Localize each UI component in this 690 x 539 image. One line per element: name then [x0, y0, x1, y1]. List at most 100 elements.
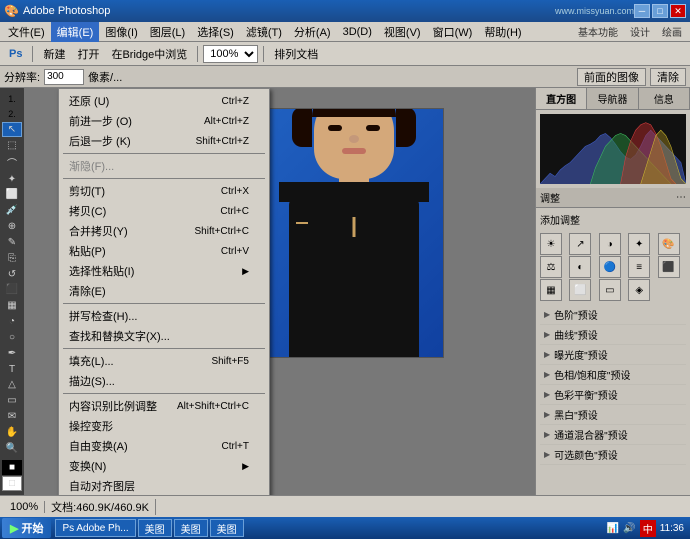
adj-threshold[interactable]: ⬜ [569, 279, 591, 301]
tool-type[interactable]: T [2, 362, 22, 377]
foreground-color[interactable]: ■ [2, 460, 22, 475]
unit-label: 像素/... [88, 69, 122, 85]
tool-eraser[interactable]: ⬛ [2, 282, 22, 297]
adj-channelmix[interactable]: ≡ [628, 256, 650, 278]
dd-paste-special[interactable]: 选择性粘贴(I) ▶ [59, 261, 269, 281]
tray-icon-1[interactable]: 📊 [607, 523, 619, 534]
start-button[interactable]: ▶ 开始 [2, 518, 51, 538]
dd-clear[interactable]: 清除(E) [59, 281, 269, 301]
menu-layer[interactable]: 图层(L) [144, 22, 191, 42]
front-image-button[interactable]: 前面的图像 [577, 68, 646, 86]
toolbar-sep1 [32, 46, 33, 62]
preset-exposure[interactable]: ▶ 曝光度"预设 [540, 345, 686, 365]
menu-filter[interactable]: 滤镜(T) [240, 22, 288, 42]
adj-gradient-map[interactable]: ▭ [599, 279, 621, 301]
tool-path[interactable]: △ [2, 377, 22, 392]
adj-vibrance[interactable]: ✦ [628, 233, 650, 255]
browse-button[interactable]: 在Bridge中浏览 [106, 44, 192, 64]
preset-channelmix[interactable]: ▶ 通道混合器"预设 [540, 425, 686, 445]
new-button[interactable]: 新建 [38, 44, 70, 64]
tool-blur[interactable]: ◔ [2, 314, 22, 329]
tool-history[interactable]: ↺ [2, 267, 22, 282]
dd-transform[interactable]: 变换(N) ▶ [59, 456, 269, 476]
dd-cut[interactable]: 剪切(T) Ctrl+X [59, 181, 269, 201]
menu-select[interactable]: 选择(S) [191, 22, 240, 42]
preset-curves[interactable]: ▶ 曲线"预设 [540, 325, 686, 345]
dd-content-aware[interactable]: 内容识别比例调整 Alt+Shift+Ctrl+C [59, 396, 269, 416]
tab-navigator[interactable]: 导航器 [587, 88, 638, 109]
tool-magic-wand[interactable]: ✦ [2, 172, 22, 187]
preset-selective[interactable]: ▶ 可选颜色"预设 [540, 445, 686, 465]
tool-crop[interactable]: ⬜ [2, 187, 22, 202]
adj-photo-filter[interactable]: 🔵 [599, 256, 621, 278]
resolution-input[interactable] [44, 69, 84, 85]
preset-bw[interactable]: ▶ 黑白"预设 [540, 405, 686, 425]
toolbar-ps-icon[interactable]: Ps [4, 44, 27, 64]
tool-notes[interactable]: ✉ [2, 409, 22, 424]
dd-spell-check[interactable]: 拼写检查(H)... [59, 306, 269, 326]
input-method[interactable]: 中 [640, 520, 656, 537]
menu-image[interactable]: 图像(I) [99, 22, 143, 42]
dd-step-forward[interactable]: 前进一步 (O) Alt+Ctrl+Z [59, 111, 269, 131]
menu-analyze[interactable]: 分析(A) [288, 22, 337, 42]
preset-hsl[interactable]: ▶ 色相/饱和度"预设 [540, 365, 686, 385]
tool-hand[interactable]: ✋ [2, 425, 22, 440]
tool-marquee[interactable]: ⬚ [2, 138, 22, 153]
clear-button[interactable]: 清除 [650, 68, 686, 86]
dd-stroke[interactable]: 描边(S)... [59, 371, 269, 391]
dd-copy[interactable]: 拷贝(C) Ctrl+C [59, 201, 269, 221]
adj-bw[interactable]: ◐ [569, 256, 591, 278]
tool-gradient[interactable]: ▦ [2, 298, 22, 313]
adj-invert[interactable]: ⬛ [658, 256, 680, 278]
maximize-button[interactable]: □ [652, 4, 668, 18]
adj-selective-color[interactable]: ◈ [628, 279, 650, 301]
taskbar-item-4[interactable]: 美图 [210, 519, 244, 537]
menu-file[interactable]: 文件(E) [2, 22, 51, 42]
adj-hsl[interactable]: 🎨 [658, 233, 680, 255]
tool-stamp[interactable]: ⎘ [2, 251, 22, 266]
menu-help[interactable]: 帮助(H) [478, 22, 527, 42]
close-button[interactable]: ✕ [670, 4, 686, 18]
taskbar-item-1[interactable]: Ps Adobe Ph... [55, 519, 135, 537]
dd-paste[interactable]: 粘贴(P) Ctrl+V [59, 241, 269, 261]
dd-undo[interactable]: 还原 (U) Ctrl+Z [59, 91, 269, 111]
taskbar-item-2[interactable]: 美图 [138, 519, 172, 537]
dd-step-back[interactable]: 后退一步 (K) Shift+Ctrl+Z [59, 131, 269, 151]
adj-exposure[interactable]: ◑ [599, 233, 621, 255]
tool-zoom[interactable]: 🔍 [2, 441, 22, 456]
taskbar-item-3[interactable]: 美图 [174, 519, 208, 537]
dd-merge-copy[interactable]: 合并拷贝(Y) Shift+Ctrl+C [59, 221, 269, 241]
tab-info[interactable]: 信息 [639, 88, 690, 109]
tool-lasso[interactable]: ⌒ [2, 154, 22, 171]
adj-brightness[interactable]: ☀ [540, 233, 562, 255]
background-color[interactable]: □ [2, 476, 22, 491]
menu-window[interactable]: 窗口(W) [427, 22, 479, 42]
tool-dodge[interactable]: ○ [2, 330, 22, 345]
tab-histogram[interactable]: 直方图 [536, 88, 587, 109]
adjustment-tools-grid: ☀ ↗ ◑ ✦ 🎨 ⚖ ◐ 🔵 ≡ ⬛ ▦ ⬜ ▭ ◈ [536, 231, 690, 303]
minimize-button[interactable]: ─ [634, 4, 650, 18]
preset-colorbalance[interactable]: ▶ 色彩平衡"预设 [540, 385, 686, 405]
arrange-button[interactable]: 排列文档 [269, 44, 323, 64]
dd-puppet-warp[interactable]: 操控变形 [59, 416, 269, 436]
tool-move[interactable]: ↖ [2, 122, 22, 137]
tray-icon-2[interactable]: 🔊 [623, 523, 635, 534]
preset-levels[interactable]: ▶ 色阶"预设 [540, 305, 686, 325]
tool-brush[interactable]: ✎ [2, 235, 22, 250]
menu-view[interactable]: 视图(V) [378, 22, 427, 42]
dd-find-replace[interactable]: 查找和替换文字(X)... [59, 326, 269, 346]
open-button[interactable]: 打开 [72, 44, 104, 64]
menu-edit[interactable]: 编辑(E) [51, 22, 100, 42]
zoom-select[interactable]: 100% 50% 200% [203, 45, 258, 63]
adj-posterize[interactable]: ▦ [540, 279, 562, 301]
dd-auto-align[interactable]: 自动对齐图层 [59, 476, 269, 495]
tool-pen[interactable]: ✒ [2, 346, 22, 361]
dd-free-transform[interactable]: 自由变换(A) Ctrl+T [59, 436, 269, 456]
tool-eyedropper[interactable]: 💉 [2, 203, 22, 218]
dd-fill[interactable]: 填充(L)... Shift+F5 [59, 351, 269, 371]
menu-3d[interactable]: 3D(D) [337, 24, 378, 40]
adj-curves[interactable]: ↗ [569, 233, 591, 255]
tool-shape[interactable]: ▭ [2, 393, 22, 408]
adj-colorbalance[interactable]: ⚖ [540, 256, 562, 278]
tool-healing[interactable]: ⊕ [2, 219, 22, 234]
